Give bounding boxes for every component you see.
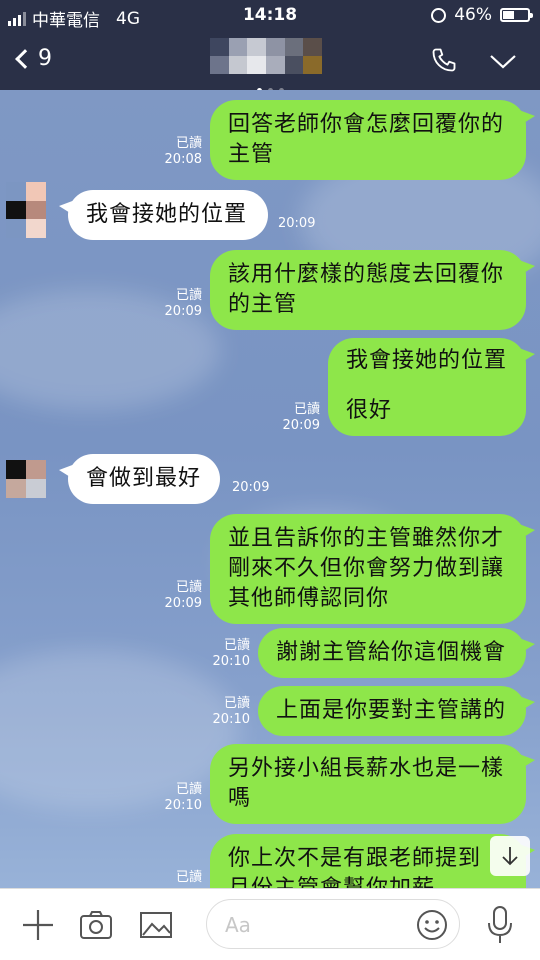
- battery-icon: [500, 8, 533, 22]
- chat-header: 9: [0, 32, 540, 93]
- message-meta: 已讀 20:09: [164, 288, 202, 319]
- message-meta: 已讀 20:10: [212, 638, 250, 669]
- avatar[interactable]: [6, 182, 46, 238]
- outgoing-message[interactable]: 另外接小組長薪水也是一樣 嗎: [210, 744, 535, 824]
- mic-icon[interactable]: [484, 905, 516, 945]
- outgoing-message[interactable]: 並且告訴你的主管雖然你才 剛來不久但你會努力做到讓 其他師傅認同你: [210, 514, 535, 624]
- chat-area[interactable]: 已讀 20:08 回答老師你會怎麼回覆你的 主管 我會接她的位置 20:09 已…: [0, 90, 540, 888]
- outgoing-message[interactable]: 該用什麼樣的態度去回覆你 的主管: [210, 250, 535, 330]
- outgoing-message[interactable]: 謝謝主管給你這個機會: [258, 628, 535, 678]
- timestamp: 20:09: [278, 216, 316, 231]
- outgoing-message[interactable]: 上面是你要對主管講的: [258, 686, 535, 736]
- emoji-icon[interactable]: [415, 908, 449, 942]
- camera-icon[interactable]: [78, 907, 114, 943]
- incoming-message[interactable]: 我會接她的位置: [59, 190, 268, 240]
- message-meta: 已讀: [175, 870, 202, 885]
- message-meta: 已讀 20:08: [152, 136, 202, 168]
- orientation-lock-icon: [431, 7, 447, 23]
- phone-icon[interactable]: [430, 46, 458, 74]
- message-meta: 已讀 20:10: [212, 696, 250, 727]
- timestamp: 20:08: [164, 152, 202, 167]
- read-receipt: 已讀: [175, 136, 202, 151]
- message-meta: 已讀 20:09: [164, 580, 202, 611]
- image-icon[interactable]: [138, 907, 174, 943]
- outgoing-message[interactable]: 我會接她的位置 很好: [328, 338, 535, 436]
- message-input-wrapper[interactable]: [206, 899, 460, 949]
- back-button[interactable]: 9: [12, 46, 52, 71]
- input-bar: [0, 888, 540, 960]
- message-input[interactable]: [225, 910, 405, 940]
- contact-name-blurred[interactable]: [210, 38, 322, 74]
- avatar[interactable]: [6, 460, 46, 498]
- chevron-down-icon[interactable]: [488, 46, 518, 76]
- battery-percent: 46%: [454, 5, 492, 25]
- plus-icon[interactable]: [20, 907, 56, 943]
- incoming-message[interactable]: 會做到最好: [59, 454, 220, 504]
- scroll-to-bottom-button[interactable]: [490, 836, 530, 876]
- outgoing-message[interactable]: 回答老師你會怎麼回覆你的 主管: [210, 100, 535, 180]
- message-meta: 已讀 20:10: [164, 782, 202, 813]
- outgoing-message[interactable]: 你上次不是有跟老師提到 月份主管會幫你加薪$1000: [210, 834, 535, 888]
- timestamp: 20:09: [232, 480, 270, 495]
- status-bar: 中華電信 4G 14:18 46%: [0, 0, 540, 32]
- back-chevron-icon: [15, 48, 35, 69]
- unread-count: 9: [38, 46, 52, 71]
- arrow-down-icon: [502, 847, 518, 866]
- message-meta: 已讀 20:09: [282, 402, 320, 433]
